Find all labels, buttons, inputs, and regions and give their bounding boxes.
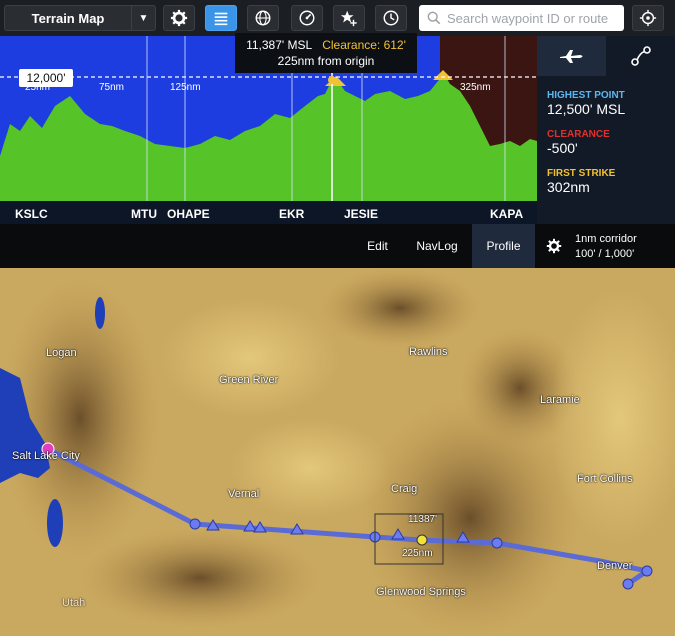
stat-value-first-strike: 302nm (547, 179, 590, 195)
route-marker-distance: 225nm (402, 548, 433, 559)
waypoint-band (0, 201, 537, 224)
edit-button[interactable]: Edit (355, 224, 400, 268)
stat-value-clearance: -500' (547, 140, 578, 156)
tooltip-clearance: Clearance: 612' (322, 38, 406, 52)
distance-tick: 75nm (99, 82, 125, 93)
waypoint-label: MTU (131, 207, 157, 221)
profile-settings-button[interactable] (537, 224, 571, 268)
layers-button[interactable] (205, 5, 237, 31)
search-icon (427, 11, 441, 25)
navlog-button[interactable]: NavLog (405, 224, 469, 268)
stat-value-highest: 12,500' MSL (547, 101, 626, 117)
corridor-width: 1nm corridor (575, 233, 637, 245)
distance-tick: 325nm (460, 82, 491, 93)
terrain-map-canvas (0, 268, 675, 636)
settings-button[interactable] (163, 5, 195, 31)
search-input[interactable] (447, 10, 617, 26)
globe-icon (255, 10, 271, 26)
profile-tooltip: 11,387' MSL Clearance: 612' 225nm from o… (235, 33, 417, 73)
tab-route[interactable] (606, 36, 675, 76)
distance-tick: 125nm (170, 82, 201, 93)
route-icon (630, 46, 651, 66)
gauge-button[interactable] (291, 5, 323, 31)
tooltip-line-1: 11,387' MSL Clearance: 612' (235, 37, 417, 53)
city-label: Laramie (540, 394, 580, 406)
favorites-button[interactable] (333, 5, 365, 31)
waypoint-label: JESIE (344, 207, 379, 221)
chevron-down-icon[interactable]: ▼ (131, 6, 155, 30)
star-plus-icon (340, 10, 357, 27)
center-location-button[interactable] (632, 5, 664, 31)
settings-icon (546, 238, 562, 254)
airplane-icon (559, 50, 582, 63)
city-label: Logan (46, 347, 77, 359)
city-label: Denver (597, 560, 633, 572)
waypoint-label: KSLC (15, 207, 48, 221)
city-label: Salt Lake City (12, 450, 80, 462)
position-cursor-dot (328, 76, 336, 84)
tooltip-distance: 225nm from origin (277, 54, 375, 68)
clock-button[interactable] (375, 5, 407, 31)
utah-lake (47, 499, 63, 547)
profile-button[interactable]: Profile (472, 224, 535, 268)
city-label: Fort Collins (577, 473, 633, 485)
map-type-dropdown[interactable]: Terrain Map ▼ (4, 5, 156, 31)
bear-lake (95, 297, 105, 329)
profile-action-bar: Edit NavLog Profile 1nm corridor 100' / … (0, 224, 675, 268)
corridor-altitudes: 100' / 1,000' (575, 248, 635, 260)
corridor-info: 1nm corridor 100' / 1,000' (575, 232, 675, 262)
profile-side-panel: HIGHEST POINT 12,500' MSL CLEARANCE -500… (537, 36, 675, 224)
waypoint-label: KAPA (490, 207, 524, 221)
city-label: Rawlins (409, 346, 448, 358)
side-tabs (537, 36, 675, 76)
route-marker-altitude: 11387' (408, 514, 437, 525)
map-type-label: Terrain Map (31, 10, 105, 26)
state-label: Utah (62, 597, 86, 609)
city-label: Green River (219, 374, 279, 386)
search-bar[interactable] (419, 5, 624, 31)
tooltip-altitude: 11,387' MSL (246, 38, 313, 52)
gauge-icon (299, 10, 315, 26)
city-label: Vernal (228, 488, 260, 500)
city-label: Glenwood Springs (376, 586, 466, 598)
stat-label-clearance: CLEARANCE (547, 129, 610, 140)
terrain-map[interactable]: 11387' 225nm Logan Rawlins Green River L… (0, 268, 675, 636)
city-label: Craig (391, 483, 418, 495)
stat-label-highest: HIGHEST POINT (547, 90, 625, 101)
toolbar: Terrain Map ▼ (0, 0, 675, 36)
tab-aircraft[interactable] (537, 36, 606, 76)
globe-button[interactable] (247, 5, 279, 31)
layers-icon (214, 12, 228, 26)
route-position-marker (416, 534, 428, 546)
stat-label-first-strike: FIRST STRIKE (547, 168, 616, 179)
crosshair-icon (639, 9, 657, 27)
planned-altitude-badge[interactable]: 12,000' (19, 69, 73, 87)
settings-icon (170, 9, 188, 27)
waypoint-label: OHAPE (167, 207, 210, 221)
waypoint-label: EKR (279, 207, 305, 221)
clock-icon (383, 10, 399, 26)
